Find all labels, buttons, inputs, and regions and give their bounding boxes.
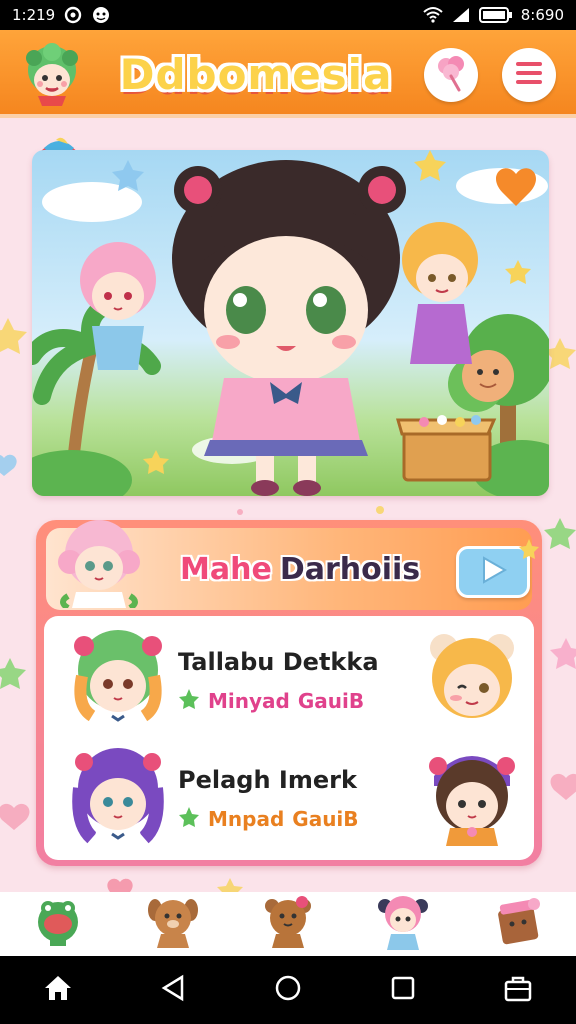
girl-character-icon	[375, 892, 431, 956]
list-item-sub: Minyad GauiB	[178, 688, 364, 714]
home-button[interactable]	[28, 960, 88, 1020]
character-avatar-purple	[68, 744, 168, 848]
list-item-sub-part1: Mnpad	[208, 807, 285, 831]
status-battery-text: 8:690	[520, 6, 564, 24]
play-icon	[478, 555, 508, 589]
back-icon	[160, 974, 186, 1006]
featured-header: Mahe Darhoiis	[46, 520, 539, 611]
featured-avatar	[56, 516, 142, 611]
hero-banner[interactable]	[32, 150, 549, 496]
tab-dog[interactable]	[142, 893, 204, 955]
status-bar: 1:219 8:690	[0, 0, 576, 30]
sparkle-icon	[519, 539, 539, 559]
menu-button[interactable]	[502, 48, 556, 102]
character-avatar-brunette	[424, 746, 520, 846]
bottom-tab-bar	[0, 892, 576, 956]
cotton-candy-button[interactable]	[424, 48, 478, 102]
signal-icon	[451, 5, 471, 25]
status-time: 1:219	[12, 6, 56, 24]
header-avatar[interactable]	[18, 40, 86, 108]
battery-icon	[478, 5, 513, 25]
back-button[interactable]	[143, 960, 203, 1020]
character-avatar-green	[68, 626, 168, 730]
tab-box[interactable]	[487, 893, 549, 955]
wifi-icon	[423, 5, 443, 25]
star-icon	[178, 688, 200, 714]
featured-panel: Mahe Darhoiis Tallabu Detkka Minyad Gaui…	[36, 520, 542, 866]
sync-icon	[63, 5, 83, 25]
hero-illustration	[32, 150, 549, 496]
tab-girl[interactable]	[372, 893, 434, 955]
list-item[interactable]: Tallabu Detkka Minyad GauiB	[44, 622, 534, 734]
recents-button[interactable]	[373, 960, 433, 1020]
briefcase-icon	[503, 974, 533, 1006]
tab-bear[interactable]	[257, 893, 319, 955]
star-icon	[178, 806, 200, 832]
featured-title-part2: Darhoiis	[279, 551, 421, 587]
featured-title-part1: Mahe	[180, 551, 272, 587]
hamburger-menu-icon	[514, 60, 544, 90]
home-icon	[43, 974, 73, 1006]
circle-home-icon	[274, 974, 302, 1006]
list-item-sub: Mnpad GauiB	[178, 806, 359, 832]
bear-character-icon	[260, 894, 316, 954]
list-item-name: Tallabu Detkka	[178, 648, 379, 676]
tab-frog[interactable]	[27, 893, 89, 955]
list-item-sub-part2: GauiB	[297, 689, 365, 713]
status-right: 8:690	[423, 5, 564, 25]
cotton-candy-icon	[434, 54, 468, 96]
character-avatar-blonde	[424, 628, 520, 728]
app-title: Ddbomesia	[119, 49, 393, 99]
briefcase-button[interactable]	[488, 960, 548, 1020]
list-item-name: Pelagh Imerk	[178, 766, 357, 794]
box-character-icon	[490, 894, 546, 954]
list-item-sub-part1: Minyad	[208, 689, 290, 713]
list-item[interactable]: Pelagh Imerk Mnpad GauiB	[44, 740, 534, 852]
character-list: Tallabu Detkka Minyad GauiB Pelagh Imerk…	[44, 616, 534, 860]
app-header: Ddbomesia	[0, 30, 576, 118]
list-item-sub-part2: GauiB	[292, 807, 359, 831]
recents-icon	[390, 975, 416, 1005]
system-nav-bar	[0, 956, 576, 1024]
featured-title: Mahe Darhoiis	[180, 546, 420, 592]
frog-character-icon	[32, 896, 84, 952]
circle-home-button[interactable]	[258, 960, 318, 1020]
game-notification-icon	[91, 5, 111, 25]
dog-character-icon	[145, 894, 201, 954]
status-left: 1:219	[12, 5, 111, 25]
